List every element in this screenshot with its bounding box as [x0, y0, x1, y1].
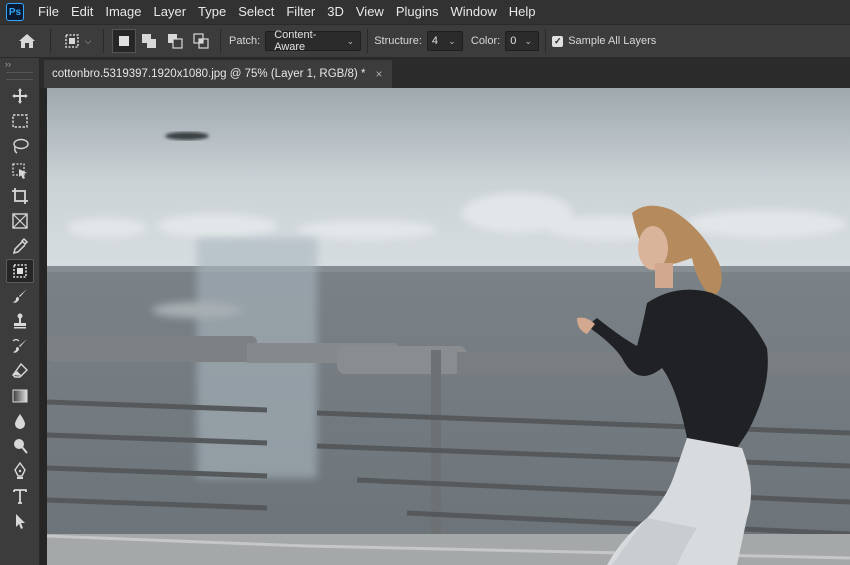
close-icon[interactable]: ×	[375, 67, 382, 81]
patch-mode-value: Content-Aware	[274, 29, 317, 53]
subtract-selection-icon	[168, 34, 183, 49]
menu-type[interactable]: Type	[192, 0, 232, 24]
move-icon	[12, 88, 28, 104]
brush-tool[interactable]	[6, 284, 34, 308]
collapse-panel-icon[interactable]: ››	[0, 58, 39, 70]
tools-panel: ››	[0, 58, 40, 565]
tool-preset-picker[interactable]: ⌵	[57, 30, 97, 52]
crop-icon	[12, 188, 28, 204]
intersect-selection-button[interactable]	[188, 30, 214, 52]
crop-tool[interactable]	[6, 184, 34, 208]
structure-field[interactable]: 4 ⌄	[426, 31, 463, 51]
document-tab-bar: cottonbro.5319397.1920x1080.jpg @ 75% (L…	[40, 58, 850, 88]
subtract-from-selection-button[interactable]	[162, 30, 188, 52]
frame-tool[interactable]	[6, 209, 34, 233]
patch-tool[interactable]	[6, 259, 34, 283]
gradient-tool[interactable]	[6, 384, 34, 408]
document-tab[interactable]: cottonbro.5319397.1920x1080.jpg @ 75% (L…	[44, 60, 393, 88]
blur-icon	[15, 414, 25, 429]
move-tool[interactable]	[6, 84, 34, 108]
marquee-icon	[12, 114, 28, 128]
divider	[545, 29, 547, 53]
add-selection-icon	[142, 34, 156, 48]
menu-file[interactable]: File	[32, 0, 65, 24]
canvas-gutter	[40, 88, 47, 565]
clone-stamp-tool[interactable]	[6, 309, 34, 333]
menu-edit[interactable]: Edit	[65, 0, 99, 24]
dodge-icon	[14, 439, 28, 454]
menu-window[interactable]: Window	[444, 0, 502, 24]
eraser-icon	[12, 362, 28, 378]
type-tool[interactable]	[6, 484, 34, 508]
menu-select[interactable]: Select	[232, 0, 280, 24]
menu-help[interactable]: Help	[503, 0, 542, 24]
dodge-tool[interactable]	[6, 434, 34, 458]
document-tab-title: cottonbro.5319397.1920x1080.jpg @ 75% (L…	[52, 68, 366, 80]
sample-all-layers-label: Sample All Layers	[568, 35, 657, 47]
chevron-down-icon: ⌵	[84, 35, 92, 46]
new-selection-icon	[119, 36, 129, 46]
eraser-tool[interactable]	[6, 359, 34, 383]
history-brush-tool[interactable]	[6, 334, 34, 358]
marquee-tool[interactable]	[6, 109, 34, 133]
frame-icon	[12, 213, 28, 229]
type-icon	[13, 489, 27, 504]
chevron-down-icon: ⌄	[346, 35, 355, 46]
chevron-down-icon: ⌄	[448, 35, 456, 46]
eyedropper-tool[interactable]	[6, 234, 34, 258]
divider	[50, 29, 51, 53]
sample-all-layers-checkbox[interactable]: ✓	[552, 35, 564, 47]
history-brush-icon	[12, 338, 27, 353]
object-select-icon	[12, 163, 27, 179]
panel-grip[interactable]	[6, 72, 33, 80]
lasso-tool[interactable]	[6, 134, 34, 158]
structure-value: 4	[431, 35, 438, 47]
divider	[367, 29, 369, 53]
options-bar: ⌵ Patch: Content-Aware ⌄ Structure: 4 ⌄ …	[0, 24, 850, 58]
menu-plugins[interactable]: Plugins	[390, 0, 445, 24]
patch-icon	[13, 264, 27, 278]
photo-running-woman	[47, 88, 850, 565]
pen-tool[interactable]	[6, 459, 34, 483]
patch-icon	[64, 34, 79, 48]
color-field[interactable]: 0 ⌄	[505, 31, 540, 51]
menu-image[interactable]: Image	[99, 0, 147, 24]
patch-label: Patch:	[229, 35, 261, 47]
home-icon	[19, 34, 35, 48]
image-canvas[interactable]	[47, 88, 850, 565]
color-label: Color:	[470, 35, 501, 47]
structure-label: Structure:	[374, 35, 422, 47]
path-selection-tool[interactable]	[6, 509, 34, 533]
path-select-icon	[16, 514, 25, 529]
stamp-icon	[14, 313, 26, 329]
menu-bar: Ps File Edit Image Layer Type Select Fil…	[0, 0, 850, 24]
menu-filter[interactable]: Filter	[280, 0, 321, 24]
eyedropper-icon	[12, 237, 29, 255]
divider	[103, 29, 104, 53]
new-selection-button[interactable]	[112, 29, 136, 53]
intersect-selection-icon	[193, 33, 209, 49]
brush-icon	[13, 289, 27, 303]
gradient-icon	[12, 389, 28, 403]
pen-icon	[14, 462, 26, 479]
lasso-icon	[13, 138, 29, 154]
patch-mode-select[interactable]: Content-Aware ⌄	[265, 29, 362, 53]
divider	[220, 29, 221, 53]
photoshop-logo[interactable]: Ps	[6, 3, 24, 21]
add-to-selection-button[interactable]	[136, 30, 162, 52]
object-selection-tool[interactable]	[6, 159, 34, 183]
home-button[interactable]	[10, 30, 44, 52]
menu-view[interactable]: View	[350, 0, 390, 24]
chevron-down-icon: ⌄	[524, 35, 532, 46]
blur-tool[interactable]	[6, 409, 34, 433]
menu-3d[interactable]: 3D	[321, 0, 350, 24]
color-value: 0	[510, 35, 517, 47]
menu-layer[interactable]: Layer	[148, 0, 193, 24]
